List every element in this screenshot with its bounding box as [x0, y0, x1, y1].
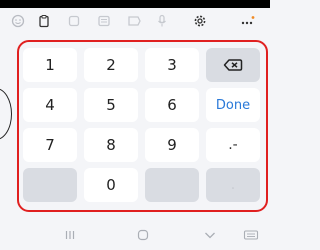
home-icon[interactable]: [133, 226, 153, 244]
navigation-bar: [0, 220, 270, 250]
voice-input-icon[interactable]: [152, 11, 172, 31]
back-icon[interactable]: [200, 226, 220, 244]
status-strip: [0, 0, 270, 8]
settings-icon[interactable]: [190, 11, 210, 31]
keyboard-screen: 1 2 3 4 5 6 Done 7 8 9 .- 0 .: [0, 0, 270, 250]
keypad-highlight-outline: [17, 40, 268, 212]
keyboard-layout-icon[interactable]: [94, 11, 114, 31]
recent-apps-icon[interactable]: [60, 226, 80, 244]
gif-icon[interactable]: [124, 11, 144, 31]
annotation-circle: [0, 88, 12, 140]
emoji-icon[interactable]: [8, 11, 28, 31]
keyboard-toolbar: [0, 8, 270, 34]
sticker-icon[interactable]: [64, 11, 84, 31]
keyboard-switch-icon[interactable]: [240, 226, 262, 244]
clipboard-icon[interactable]: [34, 11, 54, 31]
more-options-icon[interactable]: [238, 11, 258, 31]
